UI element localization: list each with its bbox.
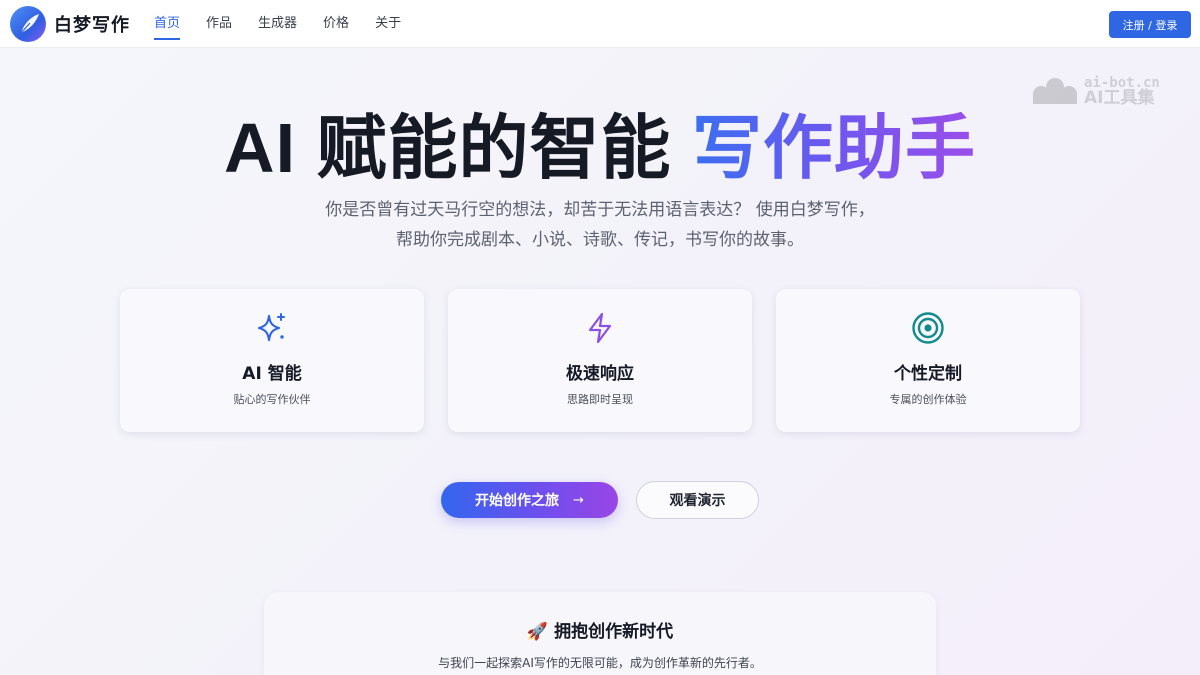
feature-title: 个性定制 xyxy=(894,364,962,384)
feature-desc: 贴心的写作伙伴 xyxy=(233,393,311,406)
target-icon xyxy=(912,312,944,344)
rocket-icon: 🚀 xyxy=(526,622,549,642)
hero-subtitle: 你是否曾有过天马行空的想法，却苦于无法用语言表达？ 使用白梦写作，帮助你完成剧本… xyxy=(325,200,875,250)
feature-title: AI 智能 xyxy=(242,364,302,384)
top-navbar: 白梦写作 首页 作品 生成器 价格 关于 注册 / 登录 xyxy=(0,0,1200,48)
brand-name: 白梦写作 xyxy=(54,15,130,36)
feature-desc: 思路即时呈现 xyxy=(567,393,633,406)
hero-title-plain: AI 赋能的智能 xyxy=(224,109,692,187)
feature-card-speed: 极速响应 思路即时呈现 xyxy=(448,289,752,432)
start-creating-button[interactable]: 开始创作之旅 → xyxy=(441,482,618,518)
feature-title: 极速响应 xyxy=(566,364,634,384)
feature-desc: 专属的创作体验 xyxy=(889,393,967,406)
hero-title-highlight: 写作助手 xyxy=(691,109,976,187)
arrow-right-icon: → xyxy=(573,492,584,508)
watch-demo-button[interactable]: 观看演示 xyxy=(636,481,759,519)
feature-cards: AI 智能 贴心的写作伙伴 极速响应 思路即时呈现 个性定制 专属的创作体验 xyxy=(120,289,1080,432)
signup-login-button[interactable]: 注册 / 登录 xyxy=(1109,11,1191,38)
nav-generator[interactable]: 生成器 xyxy=(258,0,297,48)
feature-card-ai: AI 智能 贴心的写作伙伴 xyxy=(120,289,424,432)
nav-about[interactable]: 关于 xyxy=(375,0,401,48)
sparkles-icon xyxy=(257,313,285,342)
quill-logo-icon xyxy=(10,6,46,42)
main-nav: 首页 作品 生成器 价格 关于 xyxy=(154,0,427,48)
lightning-icon xyxy=(588,312,612,344)
brand-logo[interactable]: 白梦写作 xyxy=(10,6,130,42)
panel-title-text: 拥抱创作新时代 xyxy=(554,622,674,642)
nav-works[interactable]: 作品 xyxy=(206,0,232,48)
nav-home[interactable]: 首页 xyxy=(154,0,181,48)
promo-panel: 🚀 拥抱创作新时代 与我们一起探索AI写作的无限可能，成为创作革新的先行者。 xyxy=(264,592,936,675)
start-creating-label: 开始创作之旅 xyxy=(475,493,560,509)
nav-pricing[interactable]: 价格 xyxy=(323,0,349,48)
hero-title: AI 赋能的智能 写作助手 xyxy=(0,92,1200,193)
panel-description: 与我们一起探索AI写作的无限可能，成为创作革新的先行者。 xyxy=(438,656,762,670)
panel-title: 🚀 拥抱创作新时代 xyxy=(264,617,936,642)
feature-card-custom: 个性定制 专属的创作体验 xyxy=(776,289,1080,432)
